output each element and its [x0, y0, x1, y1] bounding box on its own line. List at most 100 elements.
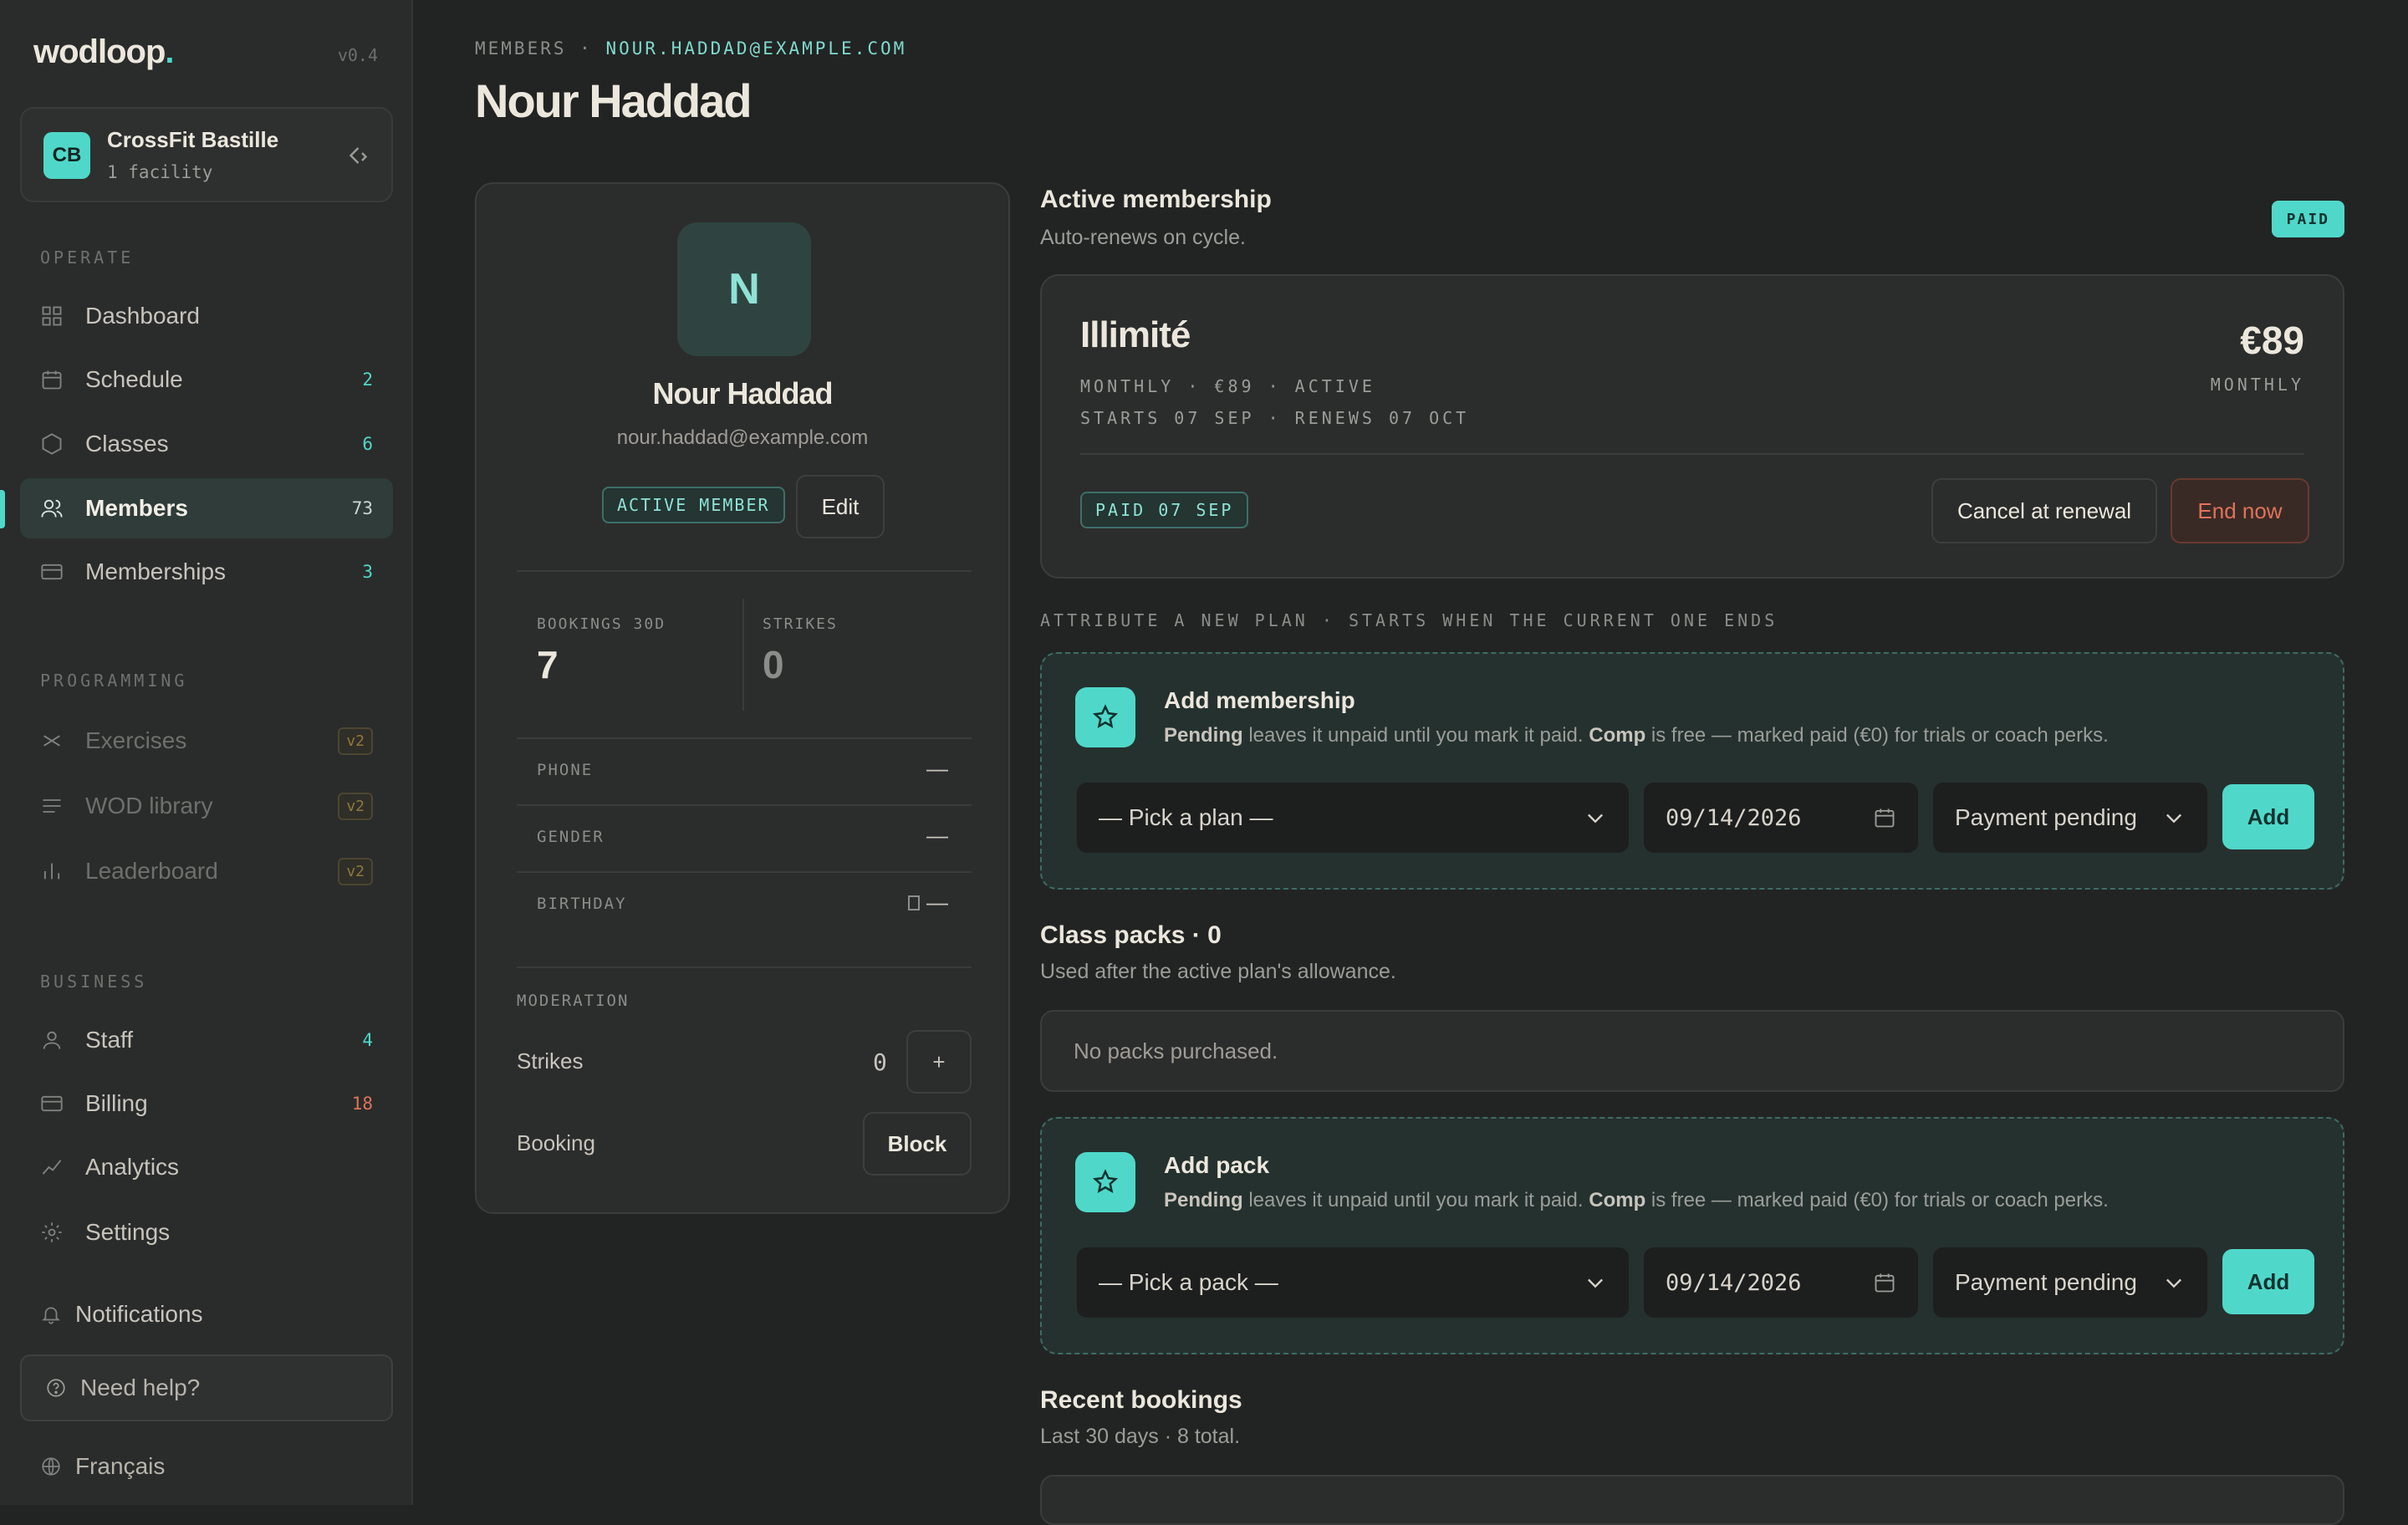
- avatar: N: [677, 222, 811, 356]
- phone-value: —: [926, 756, 948, 781]
- birthday-text: —: [926, 890, 948, 915]
- nav-label: Members: [85, 495, 188, 521]
- nav-count: 2: [362, 370, 373, 390]
- help-button[interactable]: Need help?: [20, 1354, 393, 1421]
- help-label: Need help?: [80, 1375, 201, 1400]
- gender-value: —: [926, 823, 948, 848]
- nav-analytics[interactable]: Analytics: [20, 1137, 393, 1197]
- profile-name: Nour Haddad: [652, 376, 833, 411]
- nav-classes[interactable]: Classes 6: [20, 414, 393, 474]
- payment-status-select[interactable]: Payment pending: [1933, 783, 2207, 853]
- chevron-down-icon: [1588, 1278, 1603, 1288]
- add-strike-button[interactable]: +: [906, 1030, 972, 1094]
- dumbbell-icon: [43, 735, 60, 747]
- list-icon: [43, 799, 61, 813]
- nav-schedule[interactable]: Schedule 2: [20, 349, 393, 410]
- add-pack-title: Add pack: [1164, 1152, 1270, 1178]
- user-icon: [43, 1031, 61, 1049]
- brand-logo[interactable]: wodloop.: [33, 33, 175, 71]
- divider: [517, 871, 972, 873]
- payment-status-value: Payment pending: [1955, 804, 2137, 830]
- cancel-at-renewal-button[interactable]: Cancel at renewal: [1931, 478, 2157, 543]
- nav-count: 3: [362, 562, 373, 582]
- edit-button[interactable]: Edit: [796, 475, 885, 538]
- nav-billing[interactable]: Billing 18: [20, 1074, 393, 1134]
- plan-price: €89: [2240, 319, 2304, 362]
- nav-label: Staff: [85, 1027, 134, 1053]
- bookings-30d-label: BOOKINGS 30D: [537, 615, 666, 633]
- users-icon: [41, 499, 63, 518]
- nav-label: Schedule: [85, 366, 183, 392]
- nav-dashboard[interactable]: Dashboard: [20, 286, 393, 346]
- notifications-link[interactable]: Notifications: [40, 1301, 203, 1328]
- gender-label: GENDER: [537, 828, 605, 846]
- question-icon: [47, 1379, 65, 1397]
- class-packs-subtitle: Used after the active plan's allowance.: [1040, 960, 1396, 983]
- calendar-icon[interactable]: [1873, 1271, 1896, 1294]
- nav-settings[interactable]: Settings: [20, 1202, 393, 1262]
- calendar-icon: [908, 895, 920, 910]
- add-membership-button[interactable]: Add: [2222, 784, 2314, 849]
- facility-count: 1 facility: [107, 162, 213, 182]
- language-label: Français: [75, 1453, 166, 1479]
- nav-count: 4: [362, 1030, 373, 1050]
- bar-chart-icon: [43, 863, 60, 880]
- pack-select-value: — Pick a pack —: [1099, 1269, 1278, 1295]
- plan-meta-line1: MONTHLY · €89 · ACTIVE: [1080, 376, 1375, 396]
- divider: [742, 599, 744, 711]
- language-switcher[interactable]: Français: [40, 1453, 165, 1480]
- collapse-sidebar-icon[interactable]: [344, 140, 375, 171]
- add-pack-button[interactable]: Add: [2222, 1249, 2314, 1314]
- strikes-row-label: Strikes: [517, 1048, 584, 1074]
- nav-exercises[interactable]: Exercises v2: [20, 711, 393, 771]
- nav-label: Exercises: [85, 727, 187, 753]
- nav-count: 6: [362, 434, 373, 454]
- bell-icon: [42, 1307, 60, 1324]
- version-tag: v2: [338, 792, 373, 820]
- booking-row-label: Booking: [517, 1130, 595, 1155]
- add-membership-description: Pending leaves it unpaid until you mark …: [1164, 724, 2109, 747]
- divider: [517, 570, 972, 572]
- plan-meta-line2: STARTS 07 SEP · RENEWS 07 OCT: [1080, 408, 1470, 428]
- end-now-button[interactable]: End now: [2171, 478, 2309, 543]
- page-title: Nour Haddad: [475, 74, 752, 127]
- version-label: v0.4: [337, 45, 378, 65]
- add-pack-panel: Add pack Pending leaves it unpaid until …: [1040, 1117, 2344, 1354]
- pack-start-date-value: 09/14/2026: [1666, 1269, 1802, 1296]
- start-date-input[interactable]: 09/14/2026: [1644, 783, 1918, 853]
- nav-label: Classes: [85, 431, 169, 456]
- active-indicator: [0, 490, 5, 528]
- breadcrumb-parent[interactable]: MEMBERS: [475, 38, 567, 59]
- paid-date-tag: PAID 07 SEP: [1080, 492, 1249, 528]
- nav-wod-library[interactable]: WOD library v2: [20, 776, 393, 836]
- section-business: BUSINESS: [40, 972, 148, 992]
- active-membership-title: Active membership: [1040, 186, 1272, 213]
- pack-start-date-input[interactable]: 09/14/2026: [1644, 1247, 1918, 1318]
- recent-bookings-title: Recent bookings: [1040, 1386, 1242, 1414]
- recent-bookings-list: [1040, 1475, 2344, 1525]
- calendar-icon[interactable]: [1873, 806, 1896, 829]
- nav-staff[interactable]: Staff 4: [20, 1010, 393, 1070]
- facility-switcher[interactable]: CB CrossFit Bastille 1 facility: [20, 107, 393, 202]
- nav-memberships[interactable]: Memberships 3: [20, 542, 393, 602]
- nav-members[interactable]: Members 73: [20, 478, 393, 538]
- add-membership-title: Add membership: [1164, 687, 1355, 713]
- plan-select[interactable]: — Pick a plan —: [1077, 783, 1629, 853]
- star-icon: [1075, 687, 1135, 747]
- breadcrumb-current: NOUR.HADDAD@EXAMPLE.COM: [605, 38, 907, 59]
- pack-select[interactable]: — Pick a pack —: [1077, 1247, 1629, 1318]
- pack-payment-status-select[interactable]: Payment pending: [1933, 1247, 2207, 1318]
- add-membership-panel: Add membership Pending leaves it unpaid …: [1040, 652, 2344, 890]
- block-button[interactable]: Block: [863, 1112, 972, 1176]
- hexagon-icon: [42, 433, 62, 455]
- divider: [1080, 453, 2304, 455]
- active-membership-subtitle: Auto-renews on cycle.: [1040, 226, 1246, 249]
- nav-label: Analytics: [85, 1154, 180, 1180]
- nav-label: Memberships: [85, 558, 227, 584]
- nav-count: 18: [351, 1094, 373, 1114]
- facility-name: CrossFit Bastille: [107, 127, 279, 152]
- main-content: MEMBERS · NOUR.HADDAD@EXAMPLE.COM Nour H…: [413, 0, 2408, 1525]
- packs-empty-state: No packs purchased.: [1040, 1010, 2344, 1092]
- nav-leaderboard[interactable]: Leaderboard v2: [20, 841, 393, 901]
- profile-email: nour.haddad@example.com: [616, 426, 869, 449]
